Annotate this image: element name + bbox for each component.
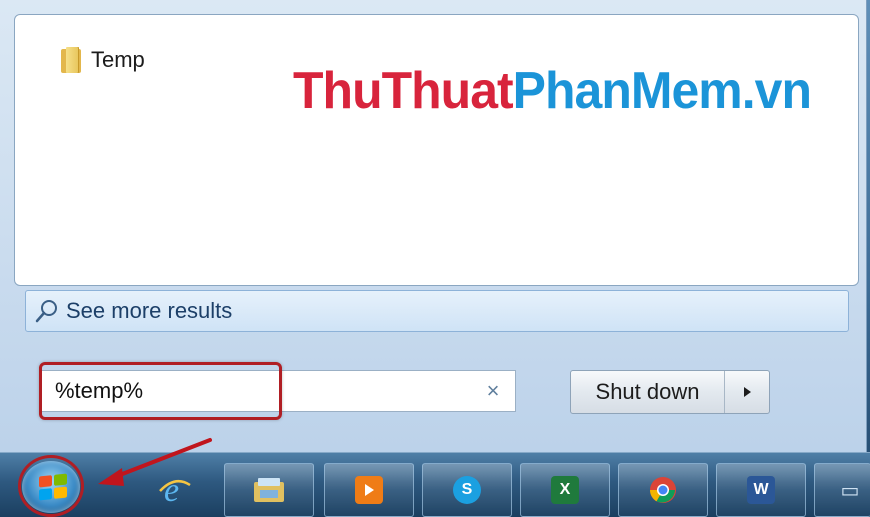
taskbar-partial-button[interactable]: ▭ <box>814 463 870 517</box>
see-more-results-label: See more results <box>66 298 233 323</box>
search-results-pane: Temp ThuThuatPhanMem.vn <box>14 14 859 286</box>
result-item-label: Temp <box>91 47 145 72</box>
excel-icon: X <box>551 476 579 504</box>
annotation-highlight-box <box>39 362 282 420</box>
shutdown-button[interactable]: Shut down <box>571 371 725 413</box>
taskbar-word-button[interactable]: W <box>716 463 806 517</box>
watermark-logo: ThuThuatPhanMem.vn <box>293 62 812 120</box>
shutdown-options-button[interactable] <box>725 371 769 413</box>
explorer-icon <box>254 478 284 502</box>
start-button[interactable] <box>18 455 88 517</box>
shutdown-button-group: Shut down <box>570 370 770 414</box>
skype-icon: S <box>453 476 481 504</box>
see-more-results-link[interactable]: See more results <box>25 290 849 332</box>
taskbar-chrome-button[interactable] <box>618 463 708 517</box>
word-icon: W <box>747 476 775 504</box>
search-icon <box>28 292 66 330</box>
taskbar-skype-button[interactable]: S <box>422 463 512 517</box>
taskbar-media-player-button[interactable] <box>324 463 414 517</box>
start-menu: Temp ThuThuatPhanMem.vn See more results… <box>0 0 867 452</box>
taskbar-excel-button[interactable]: X <box>520 463 610 517</box>
app-icon: ▭ <box>840 479 860 502</box>
media-player-icon <box>355 476 383 504</box>
annotation-circle <box>18 455 84 517</box>
taskbar-explorer-button[interactable] <box>224 463 314 517</box>
folder-icon <box>61 47 81 73</box>
clear-search-icon[interactable]: × <box>471 378 515 404</box>
chrome-icon <box>649 477 676 503</box>
result-item-temp[interactable]: Temp <box>61 47 145 73</box>
triangle-right-icon <box>744 387 751 397</box>
annotation-arrow <box>98 438 212 486</box>
